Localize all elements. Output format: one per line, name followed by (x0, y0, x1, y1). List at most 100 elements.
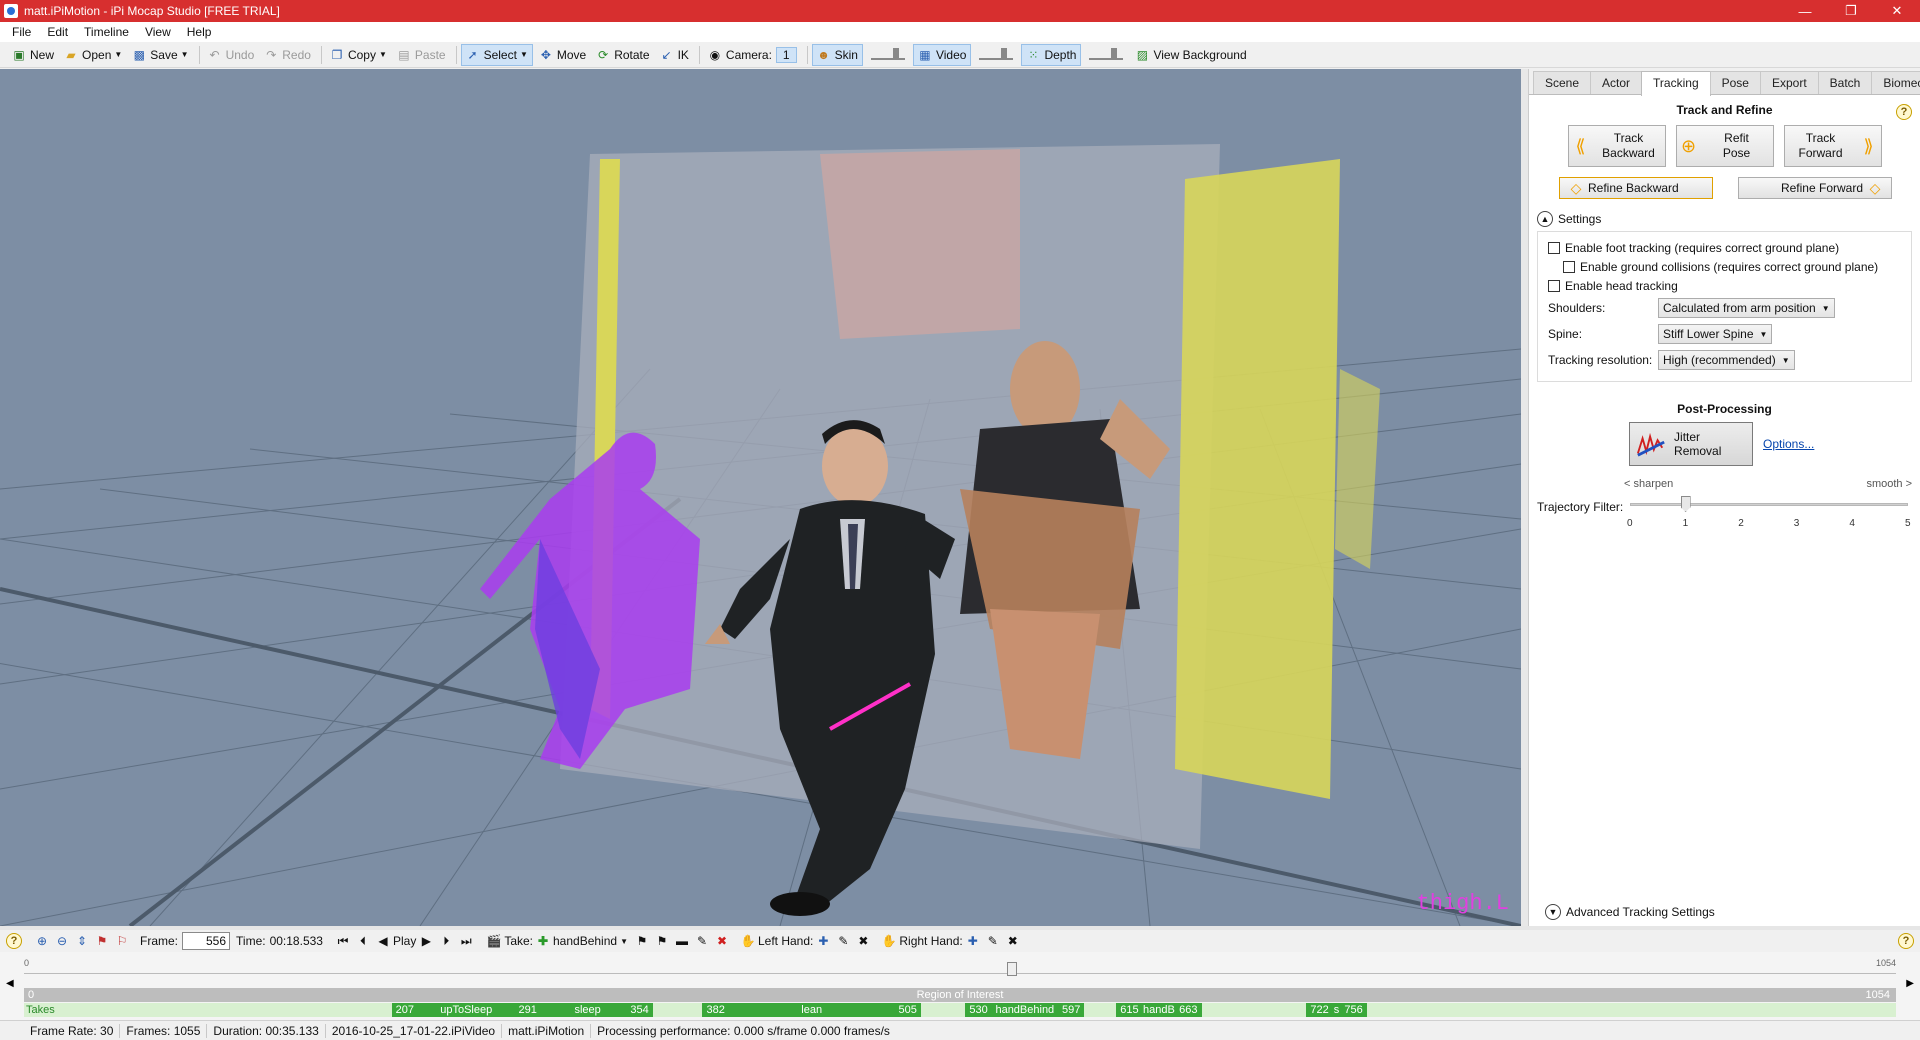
scroll-right-icon[interactable]: ▶ (1906, 978, 1914, 989)
play-label[interactable]: Play (393, 934, 416, 948)
new-button[interactable]: ▣ New (8, 44, 58, 66)
zoom-out-icon[interactable]: ⊖ (54, 934, 70, 948)
foot-tracking-checkbox[interactable]: Enable foot tracking (requires correct g… (1548, 238, 1901, 257)
region-of-interest-bar[interactable]: 0 Region of Interest 1054 (24, 988, 1896, 1002)
zoom-in-icon[interactable]: ⊕ (34, 934, 50, 948)
view-background-button[interactable]: ▨ View Background (1131, 44, 1250, 66)
depth-opacity-slider[interactable] (1089, 47, 1124, 62)
take-segment[interactable]: 207 upToSleep 291 (391, 1003, 541, 1017)
help-icon[interactable]: ? (6, 933, 22, 949)
skip-to-start-icon[interactable]: ⏮ (335, 934, 351, 949)
spine-dropdown[interactable]: Stiff Lower Spine ▼ (1658, 324, 1773, 344)
ground-collisions-checkbox[interactable]: Enable ground collisions (requires corre… (1548, 257, 1901, 276)
3d-viewport[interactable]: thigh.L (0, 69, 1521, 926)
menu-edit[interactable]: Edit (39, 25, 76, 39)
refine-forward-button[interactable]: Refine Forward ◇ (1738, 177, 1892, 199)
left-hand-add-icon[interactable]: ✚ (815, 934, 831, 948)
play-backward-icon[interactable]: ◀ (375, 934, 391, 948)
menu-help[interactable]: Help (179, 25, 220, 39)
timeline-cursor[interactable] (1006, 962, 1017, 976)
right-hand-edit-icon[interactable]: ✎ (985, 934, 1001, 948)
track-backward-button[interactable]: ⟪ Track Backward (1567, 125, 1666, 167)
tracking-resolution-dropdown[interactable]: High (recommended) ▼ (1658, 350, 1795, 370)
take-name: lean (801, 1004, 823, 1016)
open-button[interactable]: ▰ Open ▼ (60, 44, 126, 66)
play-forward-icon[interactable]: ▶ (418, 934, 434, 948)
video-toggle[interactable]: ▦ Video (912, 43, 972, 66)
take-segment[interactable]: 615 handB 663 (1116, 1003, 1202, 1017)
advanced-tracking-expander[interactable]: ▼ Advanced Tracking Settings (1545, 904, 1715, 920)
options-link[interactable]: Options... (1763, 437, 1814, 451)
move-tool-button[interactable]: ✥ Move (535, 44, 590, 66)
minimize-button[interactable]: — (1782, 0, 1828, 22)
take-segment[interactable]: 722 s 756 (1306, 1003, 1367, 1017)
tab-pose[interactable]: Pose (1709, 71, 1761, 94)
menu-view[interactable]: View (137, 25, 179, 39)
track-forward-button[interactable]: Track Forward ⟫ (1783, 125, 1882, 167)
trajectory-filter-track[interactable] (1630, 503, 1908, 506)
depth-toggle[interactable]: ⁙ Depth (1021, 43, 1082, 66)
ik-tool-button[interactable]: ↙ IK (656, 44, 693, 66)
tab-actor[interactable]: Actor (1590, 71, 1643, 94)
take-start-flag-icon[interactable]: ⚑ (634, 934, 650, 948)
menu-file[interactable]: File (4, 25, 39, 39)
delete-take-icon[interactable]: ✖ (714, 934, 730, 948)
right-hand-delete-icon[interactable]: ✖ (1005, 934, 1021, 948)
take-edit-icon[interactable]: ✎ (694, 934, 710, 948)
refine-backward-button[interactable]: ◇ Refine Backward (1559, 177, 1713, 199)
frame-input[interactable]: 556 (182, 932, 231, 950)
redo-button[interactable]: ↷ Redo (260, 44, 315, 66)
skin-toggle[interactable]: ☻ Skin (811, 43, 863, 66)
take-end-flag-icon[interactable]: ⚑ (654, 934, 670, 948)
paste-button[interactable]: ▤ Paste (393, 44, 450, 66)
timeline[interactable]: 0 1054 ◀ ▶ 0 Region of Interest 1054 Tak… (0, 952, 1920, 1026)
close-button[interactable]: ✕ (1874, 0, 1920, 22)
trajectory-filter-thumb[interactable] (1680, 496, 1691, 512)
take-dropdown[interactable]: handBehind (553, 934, 617, 948)
flag-remove-icon[interactable]: ⚐ (114, 934, 130, 948)
undo-button[interactable]: ↶ Undo (204, 44, 259, 66)
copy-button[interactable]: ❐ Copy ▼ (326, 44, 391, 66)
tab-export[interactable]: Export (1759, 71, 1819, 94)
jitter-removal-button[interactable]: Jitter Removal (1629, 422, 1753, 466)
camera-selector[interactable]: ◉ Camera: 1 (704, 44, 801, 66)
take-trim-icon[interactable]: ▬ (674, 934, 690, 948)
left-hand-delete-icon[interactable]: ✖ (855, 934, 871, 948)
refit-pose-button[interactable]: ⊕ Refit Pose (1675, 125, 1774, 167)
take-segment[interactable]: sleep 354 (540, 1003, 653, 1017)
undo-icon: ↶ (209, 47, 220, 62)
step-forward-icon[interactable]: ⏵ (438, 934, 454, 949)
tab-tracking[interactable]: Tracking (1641, 71, 1711, 96)
panel-splitter[interactable] (1521, 69, 1528, 926)
shoulders-dropdown[interactable]: Calculated from arm position ▼ (1658, 298, 1835, 318)
rotate-tool-button[interactable]: ⟳ Rotate (592, 44, 653, 66)
step-back-icon[interactable]: ⏴ (355, 934, 371, 949)
timeline-start: 0 (24, 958, 30, 968)
settings-expander[interactable]: ▲ Settings (1537, 211, 1920, 227)
video-opacity-slider[interactable] (979, 47, 1014, 62)
menu-timeline[interactable]: Timeline (76, 25, 137, 39)
skip-to-end-icon[interactable]: ⏭ (458, 934, 474, 949)
tab-biomech[interactable]: Biomech (1871, 71, 1920, 94)
take-segment[interactable]: 382 lean 505 (702, 1003, 921, 1017)
chevron-up-icon: ▲ (1537, 211, 1553, 227)
take-name: sleep (574, 1004, 601, 1016)
maximize-button[interactable]: ❐ (1828, 0, 1874, 22)
add-take-icon[interactable]: ✚ (535, 934, 551, 948)
left-hand-edit-icon[interactable]: ✎ (835, 934, 851, 948)
scroll-left-icon[interactable]: ◀ (6, 978, 14, 989)
timeline-scale[interactable]: 0 1054 (24, 956, 1896, 976)
tab-batch[interactable]: Batch (1817, 71, 1873, 94)
zoom-fit-icon[interactable]: ⇕ (74, 934, 90, 948)
flag-icon[interactable]: ⚑ (94, 934, 110, 948)
take-segment[interactable]: 530 handBehind 597 (965, 1003, 1085, 1017)
help-icon[interactable]: ? (1896, 104, 1912, 120)
head-tracking-checkbox[interactable]: Enable head tracking (1548, 276, 1901, 295)
right-hand-add-icon[interactable]: ✚ (965, 934, 981, 948)
select-tool-button[interactable]: ➚ Select ▼ (460, 43, 533, 66)
skin-opacity-slider[interactable] (870, 47, 905, 62)
tab-scene[interactable]: Scene (1533, 71, 1592, 94)
timeline-help-icon[interactable]: ? (1898, 933, 1914, 949)
save-button[interactable]: ▩ Save ▼ (128, 44, 192, 66)
camera-number[interactable]: 1 (775, 46, 797, 63)
